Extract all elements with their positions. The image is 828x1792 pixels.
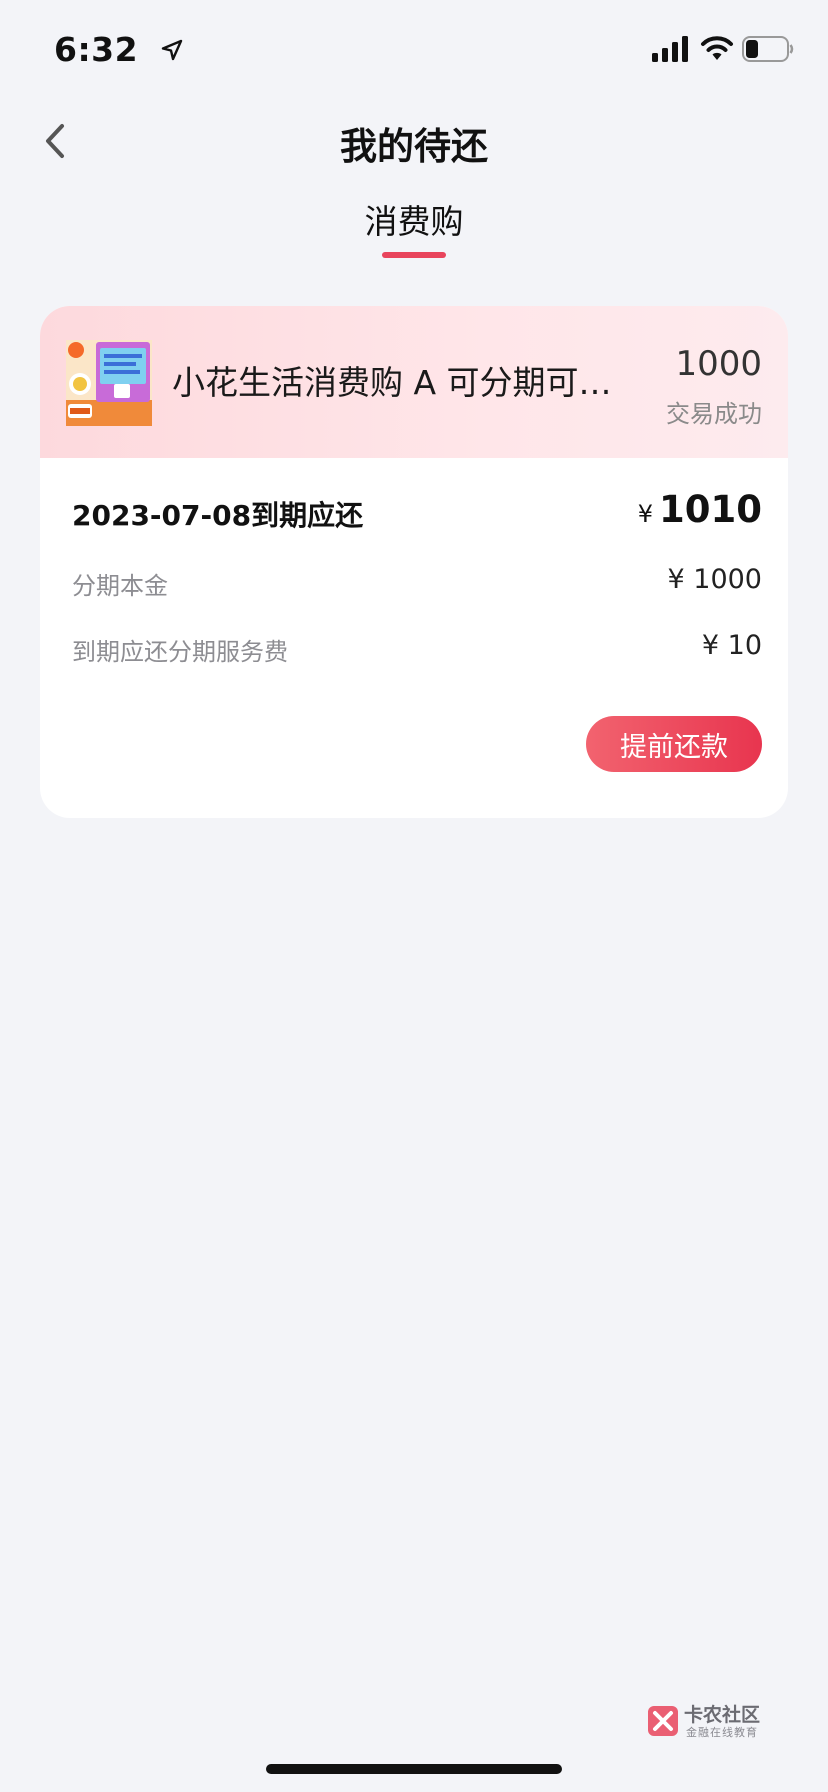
status-time: 6:32 bbox=[54, 30, 139, 69]
battery-icon bbox=[742, 36, 794, 62]
due-amount-value: 1010 bbox=[659, 488, 762, 531]
product-name: 小花生活消费购 A 可分期可… bbox=[172, 363, 612, 402]
due-amount: ¥1010 bbox=[638, 488, 762, 531]
home-indicator[interactable] bbox=[266, 1764, 562, 1774]
product-thumbnail-image bbox=[66, 340, 152, 426]
service-fee-value: ¥ 10 bbox=[701, 630, 762, 661]
watermark: 卡农社区 金融在线教育 bbox=[646, 1700, 776, 1740]
screen: 6:32 我的待还 消费购 小花生活消费购 A 可分期可… 1000 交易成功 … bbox=[0, 0, 828, 1792]
watermark-subtitle: 金融在线教育 bbox=[686, 1726, 758, 1739]
wifi-icon bbox=[701, 36, 733, 60]
tab-label: 消费购 bbox=[364, 202, 464, 241]
status-bar: 6:32 bbox=[0, 0, 828, 100]
due-date-title: 2023-07-08到期应还 bbox=[72, 499, 364, 532]
watermark-title: 卡农社区 bbox=[684, 1704, 761, 1726]
tab-active-indicator bbox=[382, 252, 446, 258]
location-arrow-icon bbox=[161, 39, 183, 61]
page-title: 我的待还 bbox=[340, 125, 488, 168]
currency-symbol: ¥ bbox=[637, 500, 654, 528]
watermark-logo-icon bbox=[648, 1706, 678, 1736]
cellular-signal-icon bbox=[652, 36, 688, 62]
principal-label: 分期本金 bbox=[72, 572, 168, 600]
tab-consumer-purchase[interactable]: 消费购 bbox=[344, 198, 484, 260]
service-fee-label: 到期应还分期服务费 bbox=[72, 638, 288, 666]
principal-value: ¥ 1000 bbox=[667, 564, 762, 595]
repayment-card: 小花生活消费购 A 可分期可… 1000 交易成功 2023-07-08到期应还… bbox=[40, 306, 788, 818]
prepay-button[interactable]: 提前还款 bbox=[586, 716, 762, 772]
order-status: 交易成功 bbox=[666, 400, 762, 428]
order-amount: 1000 bbox=[675, 344, 762, 384]
order-header[interactable]: 小花生活消费购 A 可分期可… 1000 交易成功 bbox=[40, 306, 788, 458]
